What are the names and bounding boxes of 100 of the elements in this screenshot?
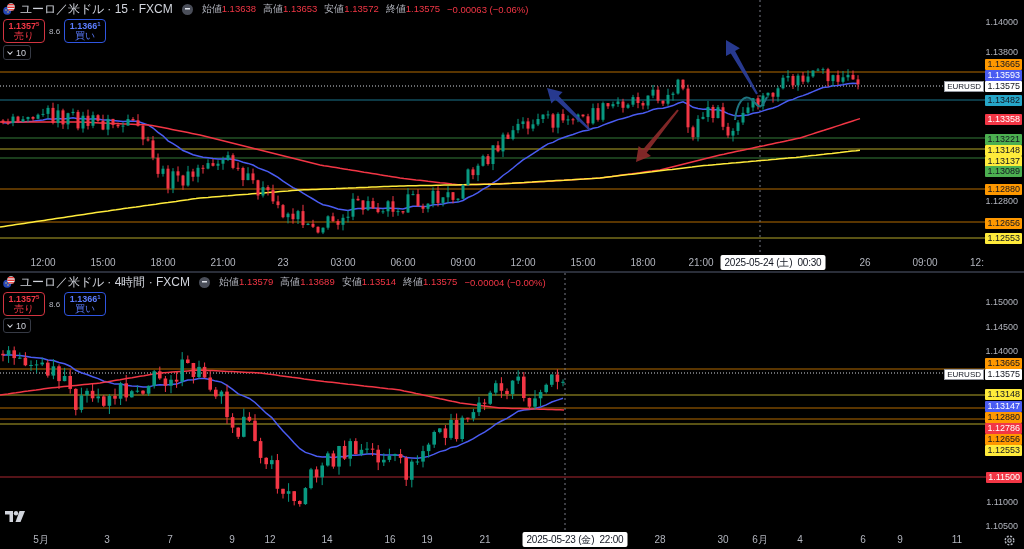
time-tick-label: 15:00	[90, 256, 116, 269]
price-tag: 1.12553	[985, 232, 1022, 244]
price-tag: 1.13148	[985, 144, 1022, 156]
buy-button[interactable]: 1.1366$^{1}$ 買い	[64, 19, 107, 43]
ohlc-value: 1.13575	[423, 276, 458, 287]
price-tag: 1.12786	[985, 422, 1022, 434]
buy-button[interactable]: 1.1366$^{1}$ 買い	[64, 292, 107, 316]
time-tick-label: 18:00	[630, 256, 656, 269]
symbol-label: EURUSD	[944, 368, 984, 380]
ohlc-value: 1.13575	[405, 3, 441, 14]
up-arrow	[726, 40, 758, 95]
price-tag: 1.12656	[985, 217, 1022, 229]
price-tag: 1.13089	[985, 165, 1022, 177]
time-tick-label: 7	[167, 533, 173, 546]
time-tick-label: 5月	[33, 533, 49, 546]
chevron-icon	[7, 50, 13, 55]
price-tick-label: 1.10500	[985, 520, 1018, 532]
price-tag: 1.11500	[986, 471, 1022, 483]
currency-flags-icon	[3, 3, 15, 15]
price-tag: 1.13221	[985, 133, 1022, 145]
price-tag: 1.13358	[985, 113, 1022, 125]
price-tick-label: 1.14000	[985, 345, 1018, 357]
time-tick-label: 30	[717, 533, 729, 546]
price-tag: 1.13665	[985, 58, 1022, 70]
time-tick-label: 28	[654, 533, 666, 546]
ohlc-label: 終値	[385, 2, 406, 16]
price-tag: 1.13593	[985, 69, 1022, 81]
curved-line	[734, 96, 768, 121]
ohlc-label: 安値	[341, 275, 362, 289]
time-tick-label: 9	[897, 533, 903, 546]
price-tick-label: 1.14000	[985, 16, 1018, 28]
price-change: −0.00004 (−0.00%)	[464, 276, 546, 288]
time-tick-label: 09:00	[450, 256, 476, 269]
time-tick-label: 19	[421, 533, 433, 546]
time-tick-label: 21	[479, 533, 491, 546]
collapse-button[interactable]	[181, 3, 193, 15]
time-tick-label: 12:00	[510, 256, 536, 269]
time-tick-label: 21:00	[210, 256, 236, 269]
current-price-tag: 1.13575	[985, 80, 1022, 92]
time-tick-label: 21:00	[688, 256, 714, 269]
price-tag: 1.12880	[985, 411, 1022, 423]
ohlc-label: 始値	[201, 2, 222, 16]
ohlc-label: 高値	[280, 275, 301, 289]
symbol-label: EURUSD	[944, 80, 984, 92]
symbol-title[interactable]: ユーロ／米ドル · 4時間 · FXCM	[20, 274, 190, 290]
ohlc-value: 1.13689	[300, 276, 335, 287]
price-tag: 1.12880	[985, 183, 1022, 195]
time-tick-label: 09:00	[912, 256, 938, 269]
crosshair-time-label: 2025-05-23 (金) 22:00	[522, 532, 628, 547]
symbol-title[interactable]: ユーロ／米ドル · 15 · FXCM	[20, 1, 173, 17]
currency-flags-icon	[3, 276, 15, 288]
price-tick-label: 1.14500	[985, 321, 1018, 333]
logo-icon	[5, 511, 25, 522]
time-tick-label: 16	[384, 533, 396, 546]
sell-button[interactable]: 1.1357$^{5}$ 売り	[3, 292, 45, 316]
sell-button[interactable]: 1.1357$^{5}$ 売り	[3, 19, 45, 43]
price-tick-label: 1.13800	[985, 46, 1018, 58]
price-tick-label: 1.11000	[986, 496, 1018, 508]
time-tick-label: 12	[264, 533, 276, 546]
ohlc-label: 高値	[263, 2, 283, 16]
time-tick-label: 12:	[970, 256, 984, 269]
time-tick-label: 03:00	[330, 256, 356, 269]
ohlc-value: 1.13579	[239, 276, 274, 287]
minus-icon	[202, 281, 207, 283]
price-tag: 1.12656	[985, 433, 1022, 445]
minus-icon	[184, 8, 190, 10]
time-tick-label: 4	[797, 533, 803, 546]
time-tick-label: 9	[229, 533, 235, 546]
ohlc-label: 始値	[219, 275, 239, 289]
price-tick-label: 1.15000	[985, 296, 1018, 308]
time-tick-label: 6月	[752, 533, 768, 546]
settings-icon[interactable]	[1004, 535, 1015, 546]
indicators-toggle[interactable]: 10	[3, 318, 31, 333]
ohlc-value: 1.13653	[283, 3, 318, 14]
time-tick-label: 23	[277, 256, 289, 269]
time-tick-label: 26	[859, 256, 871, 269]
ohlc-label: 終値	[403, 275, 424, 289]
spread-value: 8.6	[49, 299, 61, 309]
time-tick-label: 06:00	[390, 256, 416, 269]
chevron-icon	[7, 323, 13, 328]
time-tick-label: 3	[104, 533, 110, 546]
time-tick-label: 14	[321, 533, 333, 546]
time-tick-label: 15:00	[570, 256, 596, 269]
time-tick-label: 6	[860, 533, 866, 546]
down-arrow	[636, 109, 679, 162]
indicators-toggle[interactable]: 10	[3, 45, 31, 60]
time-tick-label: 18:00	[150, 256, 176, 269]
price-tag: 1.13148	[985, 388, 1022, 400]
price-tag: 1.12553	[985, 444, 1022, 456]
ohlc-value: 1.13572	[344, 3, 379, 14]
ohlc-value: 1.13514	[361, 276, 397, 287]
current-price-tag: 1.13575	[985, 368, 1022, 380]
ohlc-value: 1.13638	[221, 3, 256, 14]
time-tick-label: 11	[951, 533, 963, 546]
price-tag: 1.13665	[985, 357, 1022, 369]
price-tag: 1.13147	[985, 400, 1022, 412]
price-tag: 1.13482	[985, 94, 1022, 106]
collapse-button[interactable]	[199, 276, 210, 288]
time-tick-label: 12:00	[30, 256, 56, 269]
price-change: −0.00063 (−0.06%)	[447, 3, 529, 15]
